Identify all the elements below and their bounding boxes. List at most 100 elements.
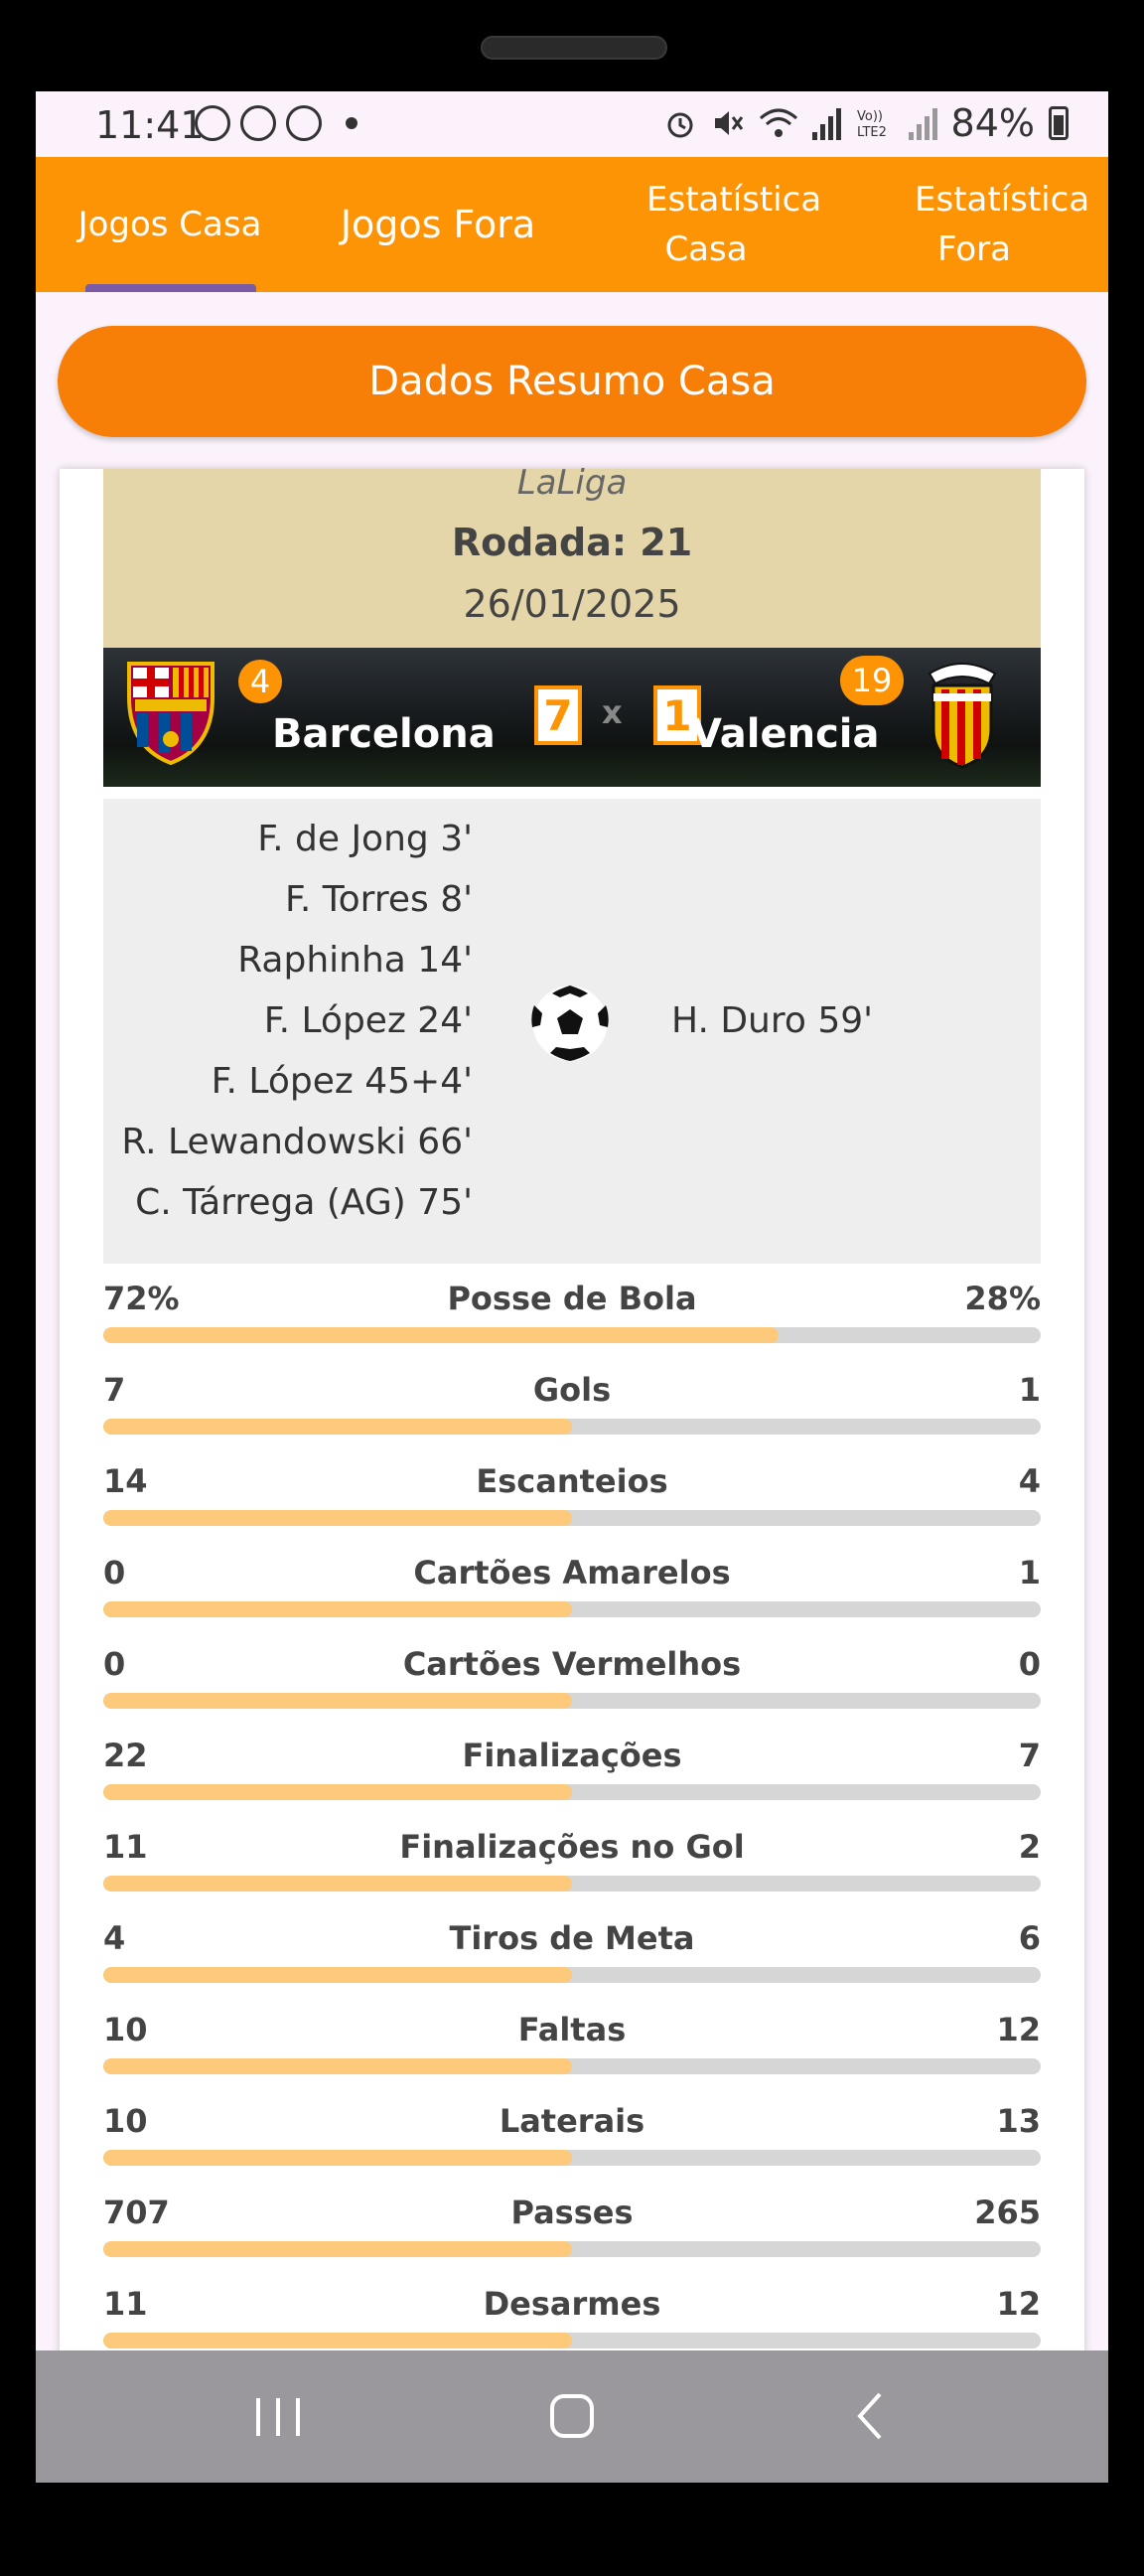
stat-bar <box>103 1601 1041 1617</box>
stat-label: Cartões Vermelhos <box>402 1645 742 1683</box>
stat-row: 7 Gols 1 <box>103 1355 1041 1446</box>
home-position-badge: 4 <box>238 660 282 703</box>
stat-row: 11 Finalizações no Gol 2 <box>103 1812 1041 1903</box>
tab-label: Jogos Casa <box>77 205 262 244</box>
stat-bar-fill <box>103 1784 572 1800</box>
wifi-icon <box>759 108 797 137</box>
away-scorer: H. Duro 59' <box>671 1000 874 1041</box>
round-label: Rodada: 21 <box>451 521 693 564</box>
stat-label: Faltas <box>517 2011 627 2048</box>
tab-jogos-fora[interactable]: Jogos Fora <box>304 157 572 292</box>
stat-label: Passes <box>510 2194 634 2231</box>
chrome-icon <box>240 105 276 141</box>
match-header: LaLiga Rodada: 21 26/01/2025 <box>103 463 1041 648</box>
screen: 11:41 Vo)) LTE2 84% Jogos Casa Jogos For… <box>36 91 1108 2483</box>
active-tab-indicator <box>85 284 256 292</box>
back-icon[interactable] <box>830 2384 910 2448</box>
match-banner: 4 Barcelona 7 x 1 Valencia 19 <box>103 648 1041 787</box>
stat-bar-fill <box>103 1327 779 1343</box>
stat-bar <box>103 2058 1041 2074</box>
tab-estatistica-fora[interactable]: Estatística Fora <box>840 157 1108 292</box>
stat-label: Laterais <box>499 2102 645 2140</box>
home-score: 7 <box>534 685 582 745</box>
stat-row: 14 Escanteios 4 <box>103 1446 1041 1538</box>
stat-bar <box>103 1327 1041 1343</box>
stat-bar-fill <box>103 1419 572 1435</box>
stat-label: Finalizações <box>462 1737 682 1774</box>
tab-label: Estatística Casa <box>646 180 822 269</box>
stat-label: Desarmes <box>483 2285 661 2323</box>
more-notifications-icon <box>346 117 358 129</box>
stat-away-value: 0 <box>1018 1645 1041 1683</box>
tab-estatistica-casa[interactable]: Estatística Casa <box>572 157 840 292</box>
stat-bar-fill <box>103 1876 572 1892</box>
match-date: 26/01/2025 <box>463 582 681 626</box>
stat-row: 10 Faltas 12 <box>103 1995 1041 2086</box>
mute-icon <box>714 111 743 135</box>
stat-bar-fill <box>103 1510 572 1526</box>
earpiece <box>481 36 667 60</box>
alarm-icon <box>667 112 693 138</box>
stat-bar-fill <box>103 1693 572 1709</box>
signal-icon-2 <box>908 106 937 140</box>
stat-away-value: 7 <box>1018 1737 1041 1774</box>
stat-bar <box>103 1510 1041 1526</box>
barcelona-crest-icon <box>127 662 214 766</box>
summary-button-label: Dados Resumo Casa <box>368 359 776 404</box>
volte-icon: Vo))LTE2 <box>857 109 887 140</box>
recents-icon[interactable] <box>238 2384 318 2448</box>
summary-button[interactable]: Dados Resumo Casa <box>58 326 1086 437</box>
home-scorer: Raphinha 14' <box>237 940 473 981</box>
stat-away-value: 28% <box>964 1280 1041 1317</box>
signal-icon <box>811 106 841 140</box>
stat-row: 0 Cartões Amarelos 1 <box>103 1538 1041 1629</box>
stat-away-value: 12 <box>996 2011 1041 2048</box>
away-team-name: Valencia <box>691 711 880 757</box>
stat-bar <box>103 2150 1041 2166</box>
score-separator: x <box>602 693 623 731</box>
chrome-icon <box>286 105 322 141</box>
stat-bar-fill <box>103 2241 572 2257</box>
stat-bar <box>103 2241 1041 2257</box>
stat-away-value: 1 <box>1018 1554 1041 1591</box>
battery-percent: 84% <box>950 101 1035 145</box>
stat-label: Posse de Bola <box>447 1280 697 1317</box>
stat-bar <box>103 2333 1041 2349</box>
phone-frame: 11:41 Vo)) LTE2 84% Jogos Casa Jogos For… <box>0 0 1144 2576</box>
stat-bar <box>103 1967 1041 1983</box>
stat-away-value: 13 <box>996 2102 1041 2140</box>
notification-icons <box>195 105 358 141</box>
home-scorer: C. Tárrega (AG) 75' <box>135 1182 473 1223</box>
tab-bar: Jogos Casa Jogos Fora Estatística Casa E… <box>36 157 1108 292</box>
stat-row: 10 Laterais 13 <box>103 2086 1041 2178</box>
stat-bar-fill <box>103 1601 572 1617</box>
stat-row: 707 Passes 265 <box>103 2178 1041 2269</box>
tab-label: Estatística Fora <box>915 180 1090 269</box>
stat-away-value: 4 <box>1018 1462 1041 1500</box>
stat-away-value: 2 <box>1018 1828 1041 1866</box>
stat-bar <box>103 1784 1041 1800</box>
stat-label: Tiros de Meta <box>449 1919 695 1957</box>
stat-away-value: 265 <box>974 2194 1041 2231</box>
tab-jogos-casa[interactable]: Jogos Casa <box>36 157 304 292</box>
home-icon[interactable] <box>532 2384 612 2448</box>
stat-label: Finalizações no Gol <box>399 1828 745 1866</box>
stat-row: 4 Tiros de Meta 6 <box>103 1903 1041 1995</box>
goals-section: F. de Jong 3' F. Torres 8' Raphinha 14' … <box>103 799 1041 1264</box>
stat-bar-fill <box>103 2058 572 2074</box>
stat-bar-fill <box>103 2150 572 2166</box>
stat-row: 0 Cartões Vermelhos 0 <box>103 1629 1041 1721</box>
status-bar: 11:41 Vo)) LTE2 84% <box>36 91 1108 157</box>
stats-list: 72% Posse de Bola 28% 7 Gols 1 14 Escanteios 4 0 C… <box>103 1264 1041 2360</box>
away-position-badge: 19 <box>840 656 904 705</box>
status-time: 11:41 <box>95 103 205 147</box>
home-scorer: F. López 45+4' <box>211 1061 473 1102</box>
system-nav-bar <box>36 2350 1108 2483</box>
home-team-name: Barcelona <box>272 711 496 757</box>
stat-away-value: 12 <box>996 2285 1041 2323</box>
status-right: Vo)) LTE2 84% <box>663 101 1069 145</box>
stat-bar <box>103 1876 1041 1892</box>
home-scorer: R. Lewandowski 66' <box>121 1122 473 1162</box>
soccer-ball-icon <box>531 985 609 1062</box>
stat-label: Cartões Amarelos <box>413 1554 731 1591</box>
